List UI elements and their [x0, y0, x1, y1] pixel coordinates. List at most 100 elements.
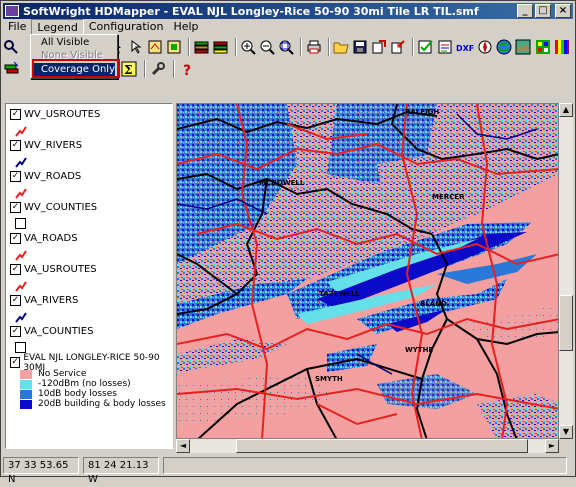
layer-visibility-checkbox[interactable]: ✓ — [10, 202, 21, 213]
legend-layer-row[interactable]: ✓ VA_USROUTES — [10, 263, 97, 276]
window-title: SoftWright HDMapper - EVAL NJL Longley-R… — [23, 4, 479, 18]
map-label: TAZEWELL — [319, 290, 360, 298]
map-label: MCDOWELL — [259, 179, 305, 187]
zoom-in-icon[interactable] — [240, 38, 256, 56]
layer-visibility-checkbox[interactable]: ✓ — [10, 140, 21, 151]
legend-layer-row[interactable]: ✓ VA_RIVERS — [10, 294, 78, 307]
import-icon[interactable] — [390, 38, 406, 56]
layers-alt-icon[interactable] — [213, 38, 229, 56]
check-icon[interactable] — [417, 38, 433, 56]
layer-stack-icon[interactable] — [3, 60, 21, 78]
app-icon — [5, 5, 19, 17]
menu-item-none-visible[interactable]: None Visible — [31, 49, 117, 62]
map-label: BLAND — [420, 300, 447, 308]
legend-layer-row[interactable]: ✓ WV_ROADS — [10, 170, 81, 183]
zoom-search-icon[interactable] — [3, 38, 19, 56]
legend-layer-row[interactable]: ✓ VA_COUNTIES — [10, 325, 93, 338]
horizontal-scrollbar[interactable]: ◄ ► — [176, 439, 559, 453]
pan-icon[interactable] — [147, 38, 163, 56]
coverage-class-label: -120dBm (no losses) — [38, 379, 131, 389]
legend-layer-row[interactable]: ✓ WV_USROUTES — [10, 108, 100, 121]
layer-name: WV_RIVERS — [24, 140, 83, 151]
menu-item-all-visible[interactable]: All Visible — [31, 36, 117, 49]
red-line-icon — [14, 186, 28, 200]
blue-line-icon — [14, 155, 28, 169]
vertical-scrollbar[interactable]: ▲ ▼ — [559, 103, 573, 439]
spectrum-icon[interactable] — [554, 38, 570, 56]
app-window: SoftWright HDMapper - EVAL NJL Longley-R… — [0, 0, 576, 485]
horizontal-scroll-thumb[interactable] — [236, 439, 528, 453]
layers-icon[interactable] — [193, 38, 209, 56]
layer-name: WV_ROADS — [24, 171, 82, 182]
compass-icon[interactable] — [477, 38, 493, 56]
map-view-icon[interactable] — [166, 38, 182, 56]
legend-layer-row[interactable]: ✓ VA_ROADS — [10, 232, 78, 245]
scroll-down-icon[interactable]: ▼ — [559, 425, 573, 439]
map-label: WYTHE — [405, 346, 433, 354]
coverage-map[interactable]: RALEIGH MCDOWELL MERCER TAZEWELL BLAND W… — [176, 103, 559, 439]
status-latitude: 37 33 53.65 N — [3, 457, 79, 485]
open-folder-icon[interactable] — [333, 38, 349, 56]
empty-box-icon — [15, 342, 26, 353]
layer-name: VA_RIVERS — [24, 295, 79, 306]
legend-layer: ✓ VA_ROADS — [10, 232, 78, 262]
menu-configuration[interactable]: Configuration — [84, 19, 169, 35]
export-icon[interactable] — [371, 38, 387, 56]
coverage-swatch — [20, 399, 32, 409]
legend-layer: ✓ WV_COUNTIES — [10, 201, 97, 229]
layer-visibility-checkbox[interactable]: ✓ — [10, 326, 21, 337]
coverage-class-label: No Service — [38, 369, 87, 379]
map-label: MERCER — [432, 193, 465, 201]
close-button[interactable]: × — [555, 4, 571, 18]
menu-item-coverage-only[interactable]: Coverage Only — [33, 63, 115, 76]
menu-file[interactable]: File — [3, 19, 31, 35]
status-message — [163, 457, 567, 474]
coverage-swatch — [20, 369, 32, 379]
zoom-extent-icon[interactable] — [278, 38, 295, 56]
layer-visibility-checkbox[interactable]: ✓ — [10, 357, 21, 368]
layer-name: VA_COUNTIES — [24, 326, 94, 337]
empty-box-icon — [15, 218, 26, 229]
layer-name: WV_USROUTES — [24, 109, 101, 120]
zoom-out-icon[interactable] — [259, 38, 275, 56]
coverage-swatch — [20, 389, 32, 399]
globe-icon[interactable] — [496, 38, 512, 56]
dxf-icon[interactable]: DXF — [456, 38, 474, 56]
scroll-left-icon[interactable]: ◄ — [176, 439, 190, 453]
menu-legend[interactable]: Legend — [31, 19, 84, 35]
minimize-button[interactable]: _ — [517, 4, 533, 18]
grid-icon[interactable] — [535, 38, 551, 56]
legend-layer-row[interactable]: ✓ EVAL NJL LONGLEY-RICE 50-90 30MI — [10, 353, 172, 373]
svg-text:DXF: DXF — [456, 44, 474, 53]
print-icon[interactable] — [305, 38, 321, 56]
layer-name: WV_COUNTIES — [24, 202, 98, 213]
coverage-map-canvas[interactable]: RALEIGH MCDOWELL MERCER TAZEWELL BLAND W… — [177, 104, 559, 439]
layer-visibility-checkbox[interactable]: ✓ — [10, 264, 21, 275]
select-icon[interactable] — [128, 38, 144, 56]
save-icon[interactable] — [352, 38, 368, 56]
legend-coverage-layer: ✓ EVAL NJL LONGLEY-RICE 50-90 30MI No Serv… — [10, 353, 172, 409]
menu-help[interactable]: Help — [168, 19, 203, 35]
blue-line-icon — [14, 310, 28, 324]
layer-visibility-checkbox[interactable]: ✓ — [10, 171, 21, 182]
layer-visibility-checkbox[interactable]: ✓ — [10, 295, 21, 306]
terrain-icon[interactable] — [515, 38, 531, 56]
legend-layer-row[interactable]: ✓ WV_RIVERS — [10, 139, 82, 152]
map-label: SMYTH — [315, 375, 343, 383]
wrench-icon[interactable] — [149, 60, 167, 78]
status-longitude: 81 24 21.13 W — [83, 457, 159, 485]
legend-layer-row[interactable]: ✓ WV_COUNTIES — [10, 201, 97, 214]
map-label: RALEIGH — [405, 108, 439, 116]
red-line-icon — [14, 124, 28, 138]
scroll-up-icon[interactable]: ▲ — [559, 103, 573, 117]
maximize-button[interactable]: □ — [535, 4, 551, 18]
vertical-scroll-thumb[interactable] — [559, 295, 573, 351]
layer-visibility-checkbox[interactable]: ✓ — [10, 109, 21, 120]
data-edit-icon[interactable] — [437, 38, 453, 56]
help-icon[interactable]: ? — [178, 60, 196, 78]
layer-visibility-checkbox[interactable]: ✓ — [10, 233, 21, 244]
status-bar: 37 33 53.65 N 81 24 21.13 W — [3, 457, 573, 485]
scroll-right-icon[interactable]: ► — [545, 439, 559, 453]
title-bar[interactable]: SoftWright HDMapper - EVAL NJL Longley-R… — [3, 3, 573, 19]
sum-icon[interactable]: Σ — [120, 60, 138, 78]
